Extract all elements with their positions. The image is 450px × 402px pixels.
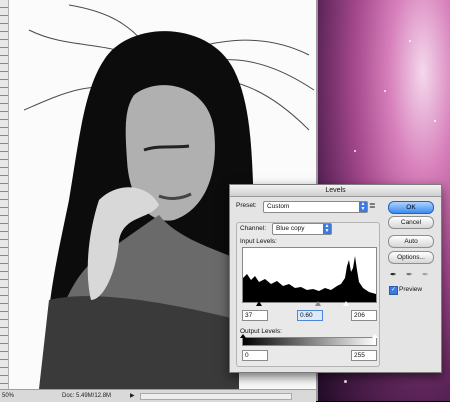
input-white-field[interactable]: 206 [351,310,377,321]
options-button[interactable]: Options... [388,251,434,264]
white-eyedropper-icon[interactable]: ✒ [422,270,429,279]
preset-select[interactable]: Custom ▲ ▼ [263,201,368,213]
star [354,150,356,152]
status-menu-arrow-icon[interactable]: ▶ [130,390,135,402]
auto-button[interactable]: Auto [388,235,434,248]
levels-dialog: Levels Preset: Custom ▲ ▼ ≣ Channel: Blue… [229,184,442,373]
output-levels-slider[interactable] [240,334,378,346]
preset-options-icon[interactable]: ≣ [369,201,376,210]
input-levels-slider[interactable] [242,301,375,307]
output-white-handle[interactable] [372,334,378,338]
black-point-handle[interactable] [256,301,262,306]
dialog-title: Levels [230,185,441,197]
star [384,90,386,92]
channel-label: Channel: [240,225,267,232]
input-gamma-field[interactable]: 0.60 [297,310,323,321]
zoom-level[interactable]: 50% [2,390,14,402]
horizontal-scrollbar[interactable] [140,393,292,400]
histogram [242,247,377,303]
preset-value: Custom [267,203,290,210]
document-size-info: Doc: 5.49M/12.8M [62,393,112,399]
white-point-handle[interactable] [343,301,349,306]
gamma-handle[interactable] [315,301,321,306]
output-white-field[interactable]: 255 [351,350,377,361]
status-bar: 50% Doc: 5.49M/12.8M ▶ [0,389,316,402]
histogram-graph [243,256,376,302]
cancel-button[interactable]: Cancel [388,216,434,229]
star [344,380,347,383]
output-black-field[interactable]: 0 [242,350,268,361]
input-levels-label: Input Levels: [240,238,277,245]
preview-checkbox[interactable]: ✓ [389,286,398,295]
select-arrows-icon: ▲ ▼ [359,201,367,212]
preset-label: Preset: [236,202,257,209]
gray-eyedropper-icon[interactable]: ✒ [406,270,413,279]
preview-label: Preview [399,286,423,293]
channel-select[interactable]: Blue copy ▲ ▼ [272,223,332,235]
output-levels-label: Output Levels: [240,328,282,335]
ok-button[interactable]: OK [388,201,434,214]
output-black-handle[interactable] [240,334,246,338]
star [409,40,411,42]
vertical-ruler [0,0,9,389]
star [434,120,436,122]
black-eyedropper-icon[interactable]: ✒ [390,270,397,279]
input-black-field[interactable]: 37 [242,310,268,321]
select-arrows-icon: ▲ ▼ [323,223,331,234]
channel-value: Blue copy [276,225,305,232]
